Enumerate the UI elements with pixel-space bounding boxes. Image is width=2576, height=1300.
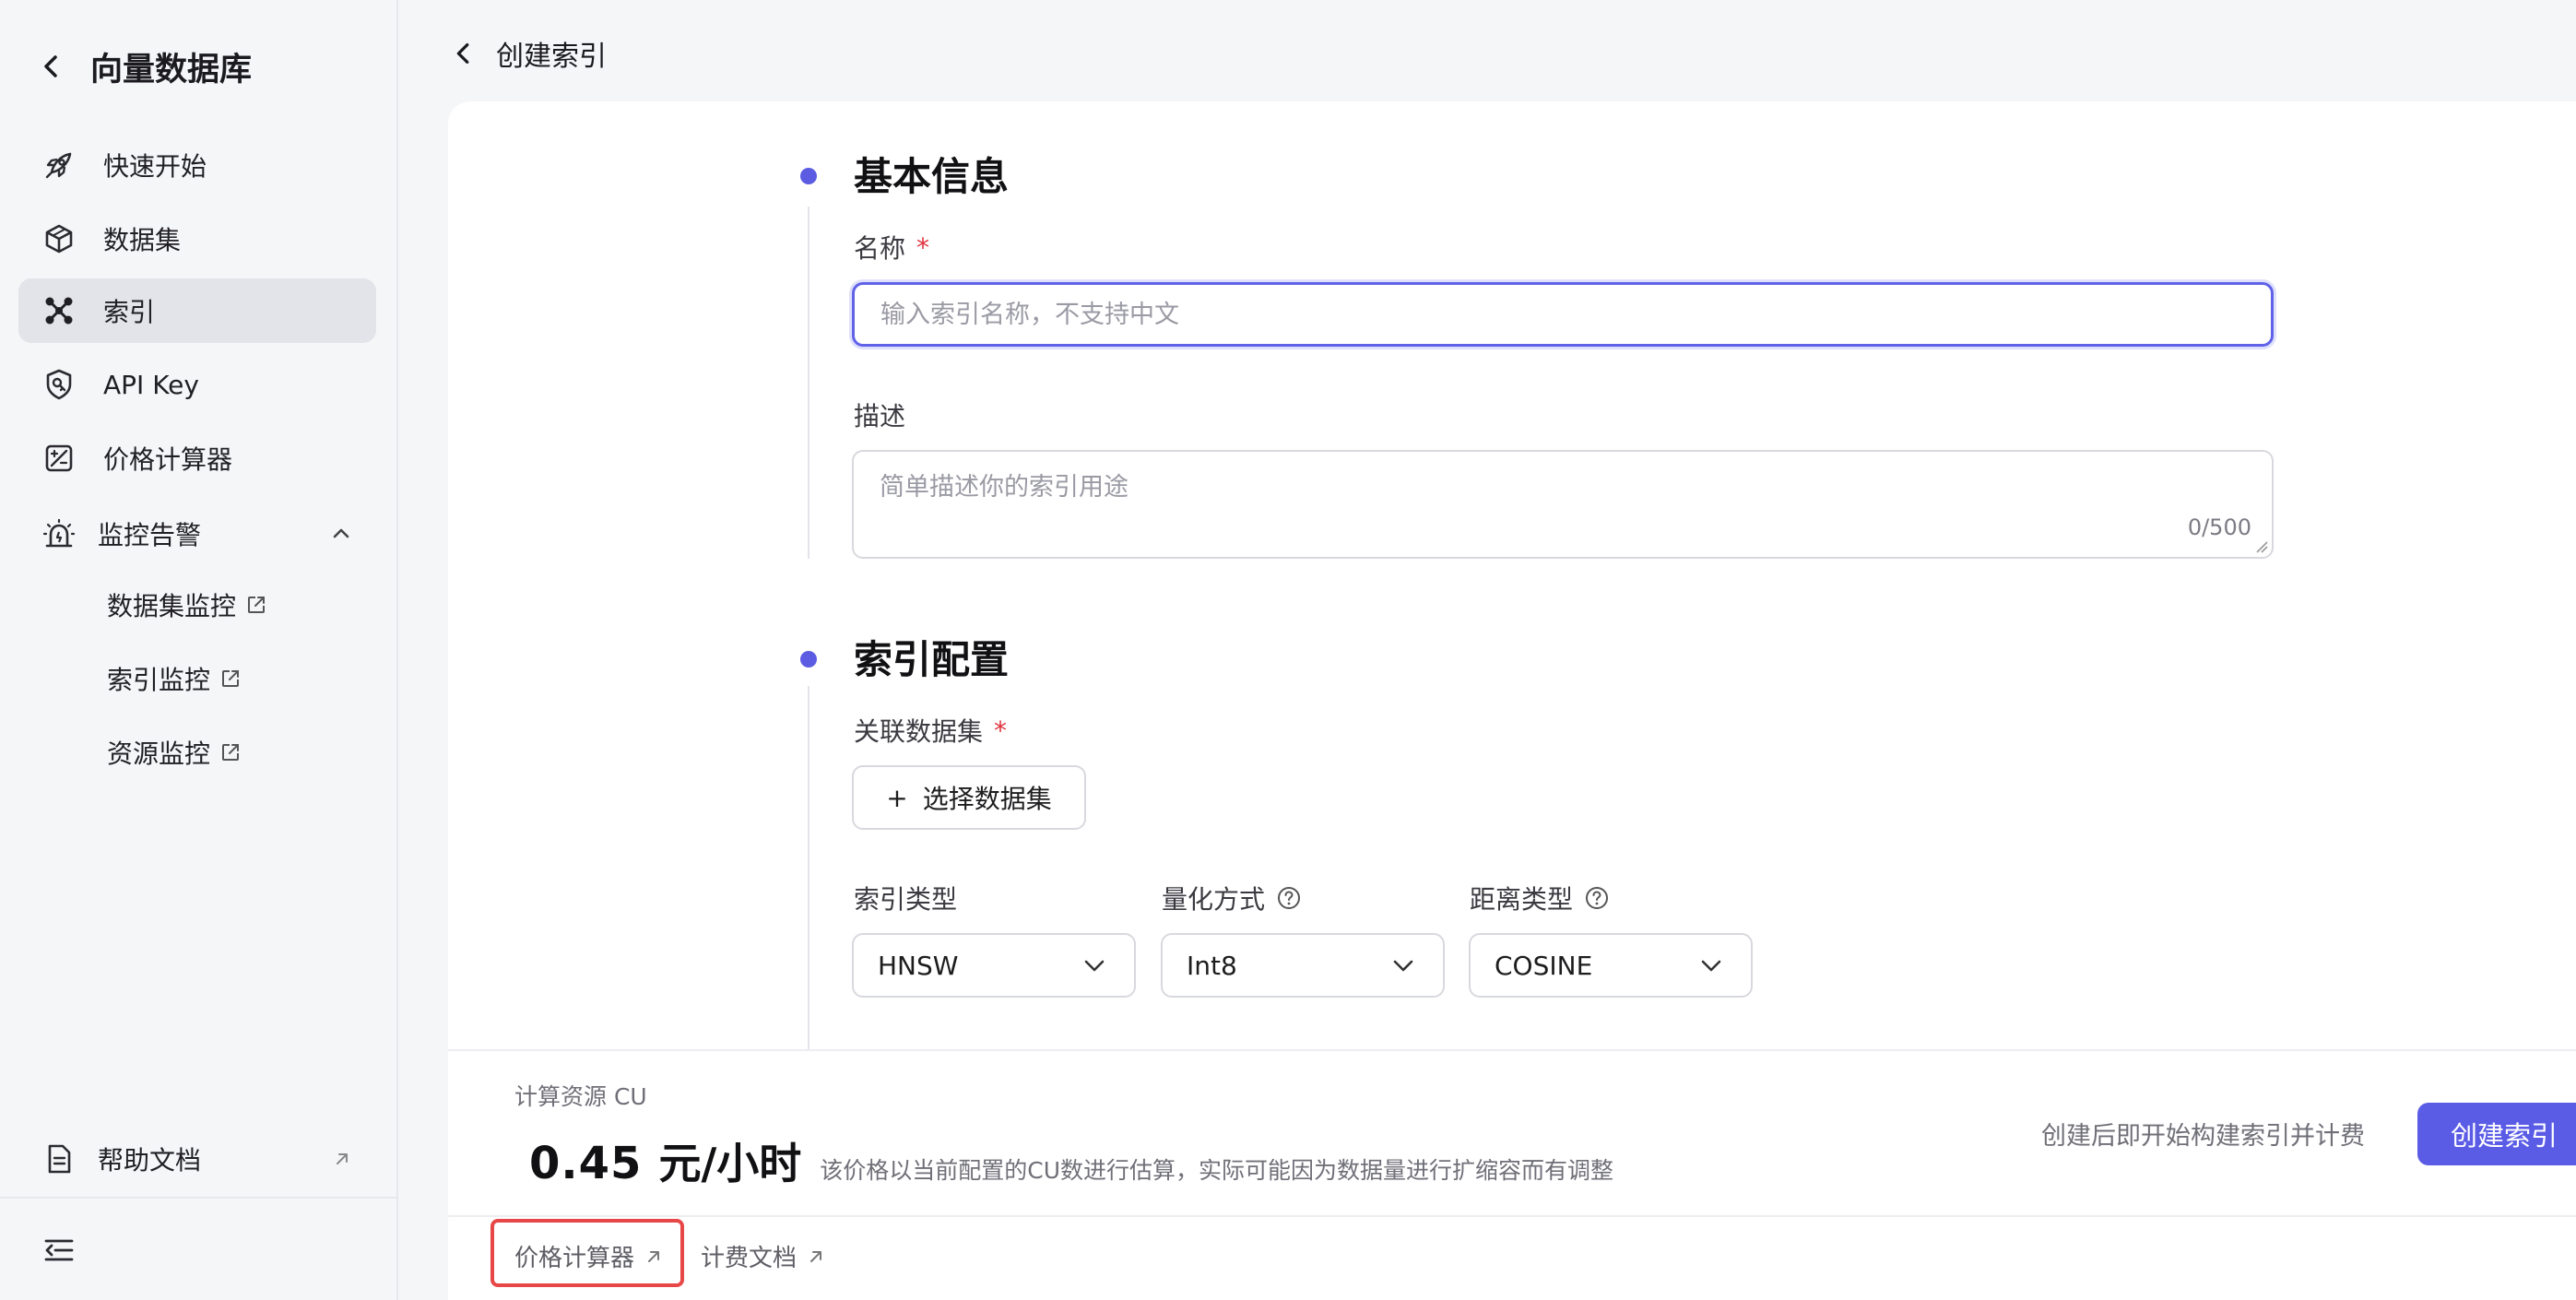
chevron-down-icon bbox=[1084, 960, 1105, 972]
page-header: 创建索引 bbox=[400, 24, 607, 83]
distance-type-label-text: 距离类型 bbox=[1470, 884, 1574, 915]
highlight-annotation bbox=[490, 1219, 684, 1287]
sidebar-item-label: 快速开始 bbox=[103, 151, 207, 182]
timeline-line bbox=[808, 207, 809, 559]
distance-type-select[interactable]: COSINE bbox=[1469, 933, 1753, 998]
sidebar-item-label: 监控告警 bbox=[98, 520, 202, 550]
sidebar-item-label: API Key bbox=[103, 369, 199, 400]
sidebar-item-label: 索引 bbox=[103, 297, 156, 327]
sidebar-item-price-calculator[interactable]: 价格计算器 bbox=[18, 426, 376, 490]
sidebar: 向量数据库 快速开始 数据集 索引 API Key 价格计算器 监控告警 数据集… bbox=[0, 0, 398, 1300]
sidebar-item-index[interactable]: 索引 bbox=[18, 278, 376, 343]
sidebar-item-label: 价格计算器 bbox=[103, 444, 233, 475]
description-label-text: 描述 bbox=[854, 401, 906, 431]
sidebar-subitem-label: 索引监控 bbox=[107, 665, 211, 695]
quantization-label: 量化方式 bbox=[1162, 880, 1302, 916]
index-type-value: HNSW bbox=[878, 950, 959, 981]
rocket-icon bbox=[45, 152, 72, 179]
section-dot bbox=[800, 651, 817, 668]
plus-icon: + bbox=[886, 782, 908, 813]
index-type-label-text: 索引类型 bbox=[854, 884, 958, 915]
sidebar-item-api-key[interactable]: API Key bbox=[18, 352, 376, 417]
external-link-icon bbox=[222, 670, 240, 687]
required-mark: * bbox=[916, 231, 930, 263]
collapse-sidebar-icon[interactable] bbox=[42, 1234, 76, 1267]
alarm-icon bbox=[42, 518, 76, 548]
price-note: 该价格以当前配置的CU数进行估算，实际可能因为数据量进行扩缩容而有调整 bbox=[820, 1157, 1614, 1184]
back-chevron-icon[interactable] bbox=[450, 40, 478, 67]
description-label: 描述 bbox=[854, 396, 905, 433]
billing-note: 创建后即开始构建索引并计费 bbox=[2041, 1122, 2365, 1151]
required-mark: * bbox=[994, 715, 1008, 746]
sidebar-divider bbox=[0, 1197, 396, 1199]
billing-docs-link[interactable]: 计费文档 bbox=[701, 1239, 826, 1273]
sidebar-subitem-label: 资源监控 bbox=[107, 739, 211, 769]
create-index-button[interactable]: 创建索引 bbox=[2417, 1103, 2576, 1165]
index-name-input[interactable] bbox=[852, 282, 2274, 347]
price-row: 0.45 元/小时 该价格以当前配置的CU数进行估算，实际可能因为数据量进行扩缩… bbox=[529, 1130, 1613, 1191]
quantization-select[interactable]: Int8 bbox=[1161, 933, 1445, 998]
chevron-down-icon bbox=[1393, 960, 1413, 972]
sidebar-subitem-index-monitor[interactable]: 索引监控 bbox=[107, 653, 242, 704]
timeline-line bbox=[808, 686, 809, 1049]
nodes-icon bbox=[45, 297, 73, 325]
calculator-icon bbox=[45, 444, 73, 472]
resize-handle-icon[interactable] bbox=[2255, 540, 2268, 553]
quantization-label-text: 量化方式 bbox=[1162, 884, 1266, 915]
index-type-label: 索引类型 bbox=[854, 880, 957, 916]
price-unit: 元/小时 bbox=[658, 1139, 802, 1188]
select-dataset-button[interactable]: + 选择数据集 bbox=[852, 765, 1086, 830]
distance-type-value: COSINE bbox=[1495, 950, 1593, 981]
chevron-up-icon[interactable] bbox=[330, 523, 352, 545]
name-label-text: 名称 bbox=[854, 233, 906, 264]
cu-label: 计算资源 CU bbox=[514, 1083, 647, 1110]
link-label: 计费文档 bbox=[701, 1245, 798, 1272]
sidebar-item-help-docs[interactable]: 帮助文档 bbox=[18, 1127, 376, 1191]
chevron-left-icon[interactable] bbox=[37, 52, 66, 81]
chevron-down-icon bbox=[1701, 960, 1721, 972]
document-icon bbox=[48, 1144, 71, 1174]
external-link-icon bbox=[222, 744, 240, 761]
arrow-up-right-icon bbox=[810, 1250, 822, 1262]
help-circle-icon[interactable] bbox=[1584, 885, 1610, 911]
description-textarea[interactable] bbox=[854, 452, 2272, 557]
section-dot bbox=[800, 168, 817, 184]
sidebar-title: 向量数据库 bbox=[90, 51, 253, 89]
create-index-label: 创建索引 bbox=[2451, 1120, 2558, 1152]
section-title-index-config: 索引配置 bbox=[854, 637, 1010, 682]
sidebar-subitem-label: 数据集监控 bbox=[107, 591, 237, 621]
shield-key-icon bbox=[46, 369, 72, 400]
sidebar-item-label: 数据集 bbox=[103, 225, 182, 255]
section-title-basic-info: 基本信息 bbox=[854, 154, 1010, 199]
name-label: 名称 * bbox=[854, 229, 929, 266]
help-circle-icon[interactable] bbox=[1276, 885, 1302, 911]
footer-divider bbox=[448, 1215, 2576, 1217]
sidebar-subitem-resource-monitor[interactable]: 资源监控 bbox=[107, 727, 242, 778]
price-value: 0.45 bbox=[529, 1138, 643, 1189]
dataset-label-text: 关联数据集 bbox=[854, 716, 984, 747]
dataset-label: 关联数据集 * bbox=[854, 712, 1007, 749]
sidebar-item-label: 帮助文档 bbox=[98, 1145, 202, 1176]
arrow-up-right-icon bbox=[337, 1153, 348, 1164]
distance-type-label: 距离类型 bbox=[1470, 880, 1610, 916]
sidebar-item-quick-start[interactable]: 快速开始 bbox=[18, 133, 376, 197]
external-link-icon bbox=[248, 597, 266, 613]
page-title: 创建索引 bbox=[496, 41, 607, 73]
sidebar-item-datasets[interactable]: 数据集 bbox=[18, 207, 376, 271]
sidebar-subitem-dataset-monitor[interactable]: 数据集监控 bbox=[107, 579, 267, 631]
sidebar-header[interactable]: 向量数据库 bbox=[37, 41, 252, 92]
index-type-select[interactable]: HNSW bbox=[852, 933, 1136, 998]
quantization-value: Int8 bbox=[1187, 950, 1237, 981]
description-field: 0/500 bbox=[852, 450, 2274, 559]
sidebar-item-monitoring-alerts[interactable]: 监控告警 bbox=[18, 502, 376, 566]
select-dataset-label: 选择数据集 bbox=[922, 784, 1052, 814]
char-count: 0/500 bbox=[2187, 514, 2251, 540]
cube-icon bbox=[45, 224, 73, 254]
